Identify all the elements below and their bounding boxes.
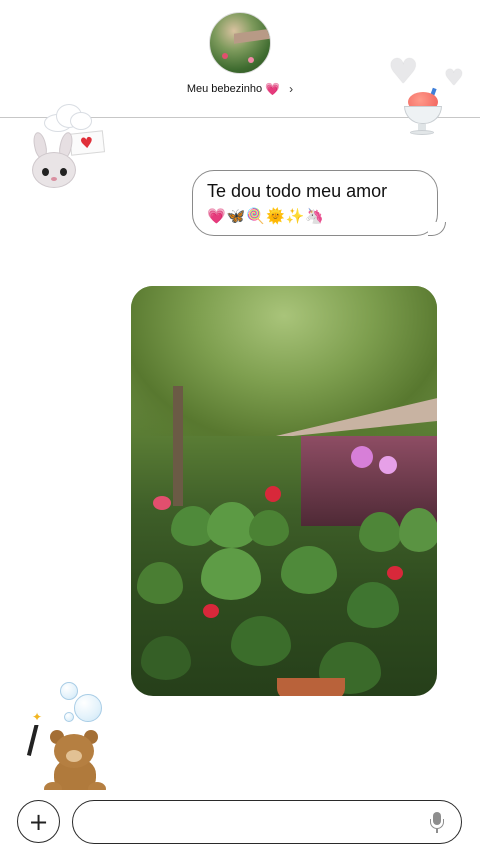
photo-pot — [277, 678, 345, 696]
photo-flower — [265, 486, 281, 502]
photo-flower — [203, 604, 219, 618]
add-attachment-button[interactable]: + — [17, 800, 60, 843]
message-composer: + — [0, 790, 480, 854]
soap-bubbles-sticker[interactable] — [58, 680, 106, 726]
microphone-icon[interactable] — [430, 812, 444, 834]
bubble-tail — [428, 222, 446, 236]
photo-leaf — [281, 546, 337, 594]
photo-leaf — [201, 548, 261, 600]
teddy-bear-sticker[interactable] — [42, 728, 108, 798]
chevron-right-icon: › — [289, 82, 294, 96]
message-bubble[interactable]: Te dou todo meu amor 💗🦋🍭🌞✨🦄 — [192, 170, 446, 236]
photo-trunk — [173, 386, 183, 506]
contact-name: Meu bebezinho — [186, 83, 263, 95]
photo-leaf — [359, 512, 401, 552]
avatar-flower — [248, 57, 254, 63]
photo-flower — [351, 446, 373, 468]
contact-avatar[interactable] — [209, 12, 271, 74]
cloud-sticker[interactable] — [42, 102, 92, 132]
photo-message[interactable] — [131, 286, 437, 696]
photo-leaf — [141, 636, 191, 680]
photo-leaf — [347, 582, 399, 628]
message-text: Te dou todo meu amor — [207, 181, 388, 201]
bunny-sticker[interactable] — [26, 131, 78, 190]
message-emojis: 💗🦋🍭🌞✨🦄 — [207, 207, 326, 225]
heart-icon: ♥ — [79, 133, 95, 153]
photo-flower — [153, 496, 171, 510]
plus-icon: + — [28, 807, 49, 836]
message-input[interactable] — [72, 800, 462, 844]
avatar-flower — [222, 53, 228, 59]
photo-leaf — [231, 616, 291, 666]
heart-emoji-icon: 💗 — [265, 82, 281, 96]
ice-cream-sticker[interactable] — [400, 87, 446, 136]
avatar-roof — [234, 28, 270, 44]
photo-leaf — [137, 562, 183, 604]
photo-flower — [387, 566, 403, 580]
hearts-sticker[interactable]: ♥ ♥ — [388, 52, 470, 92]
photo-flower — [379, 456, 397, 474]
photo-leaf — [399, 508, 437, 552]
photo-leaf — [249, 510, 289, 546]
